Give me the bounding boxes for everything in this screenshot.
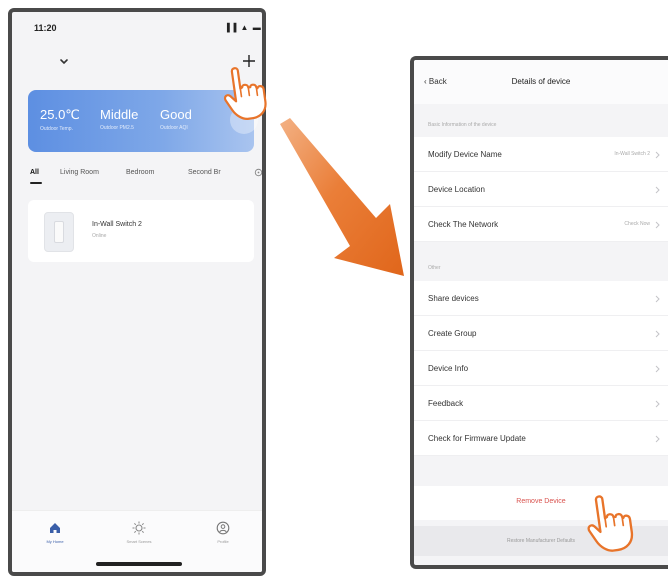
chevron-right-icon [655, 151, 660, 159]
room-menu-icon[interactable] [254, 168, 263, 177]
tab-bedroom[interactable]: Bedroom [126, 169, 154, 176]
home-selector-chevron-icon[interactable] [58, 56, 70, 68]
chevron-right-icon [655, 221, 660, 229]
row-feedback[interactable]: Feedback [414, 386, 668, 421]
chevron-right-icon [655, 365, 660, 373]
tap-hand-icon [587, 495, 634, 552]
tap-hand-icon [223, 67, 267, 120]
chevron-right-icon [655, 186, 660, 194]
weather-pm25: Middle Outdoor PM2.5 [100, 107, 139, 131]
tab-living-room[interactable]: Living Room [60, 169, 99, 176]
tab-smart-scenes[interactable]: Smart Scenes [114, 521, 164, 544]
row-share-devices[interactable]: Share devices [414, 281, 668, 316]
section-header-basic: Basic Information of the device [428, 122, 497, 128]
nav-bar: ‹ Back Details of device [414, 60, 668, 104]
status-bar: 11:20 ▐▐ ▲ ▬ [12, 12, 262, 42]
tab-profile[interactable]: Profile [198, 521, 248, 544]
row-check-network[interactable]: Check The Network Check Now [414, 207, 668, 242]
chevron-right-icon [655, 330, 660, 338]
device-card[interactable]: In-Wall Switch 2 Online [28, 200, 254, 262]
tab-second-bedroom[interactable]: Second Br [188, 169, 221, 176]
active-tab-indicator [30, 182, 42, 184]
row-modify-device-name[interactable]: Modify Device Name In-Wall Switch 2 [414, 137, 668, 172]
device-status: Online [92, 233, 107, 239]
home-indicator [96, 562, 182, 566]
row-device-location[interactable]: Device Location [414, 172, 668, 207]
chevron-right-icon [655, 295, 660, 303]
row-create-group[interactable]: Create Group [414, 316, 668, 351]
weather-aqi: Good Outdoor AQI [160, 107, 192, 131]
page-title: Details of device [511, 77, 571, 86]
profile-icon [216, 521, 230, 535]
weather-temp: 25.0℃ Outdoor Temp. [40, 107, 80, 132]
bottom-tab-bar: My Home Smart Scenes Profile [12, 510, 262, 572]
status-time: 11:20 [34, 23, 57, 33]
tab-my-home[interactable]: My Home [30, 521, 80, 544]
sun-icon [132, 521, 146, 535]
status-icons: ▐▐ ▲ ▬ [224, 23, 262, 32]
tab-all[interactable]: All [30, 169, 39, 176]
room-tabs: All Living Room Bedroom Second Br [28, 168, 263, 185]
chevron-right-icon [655, 400, 660, 408]
device-name: In-Wall Switch 2 [92, 221, 142, 228]
home-icon [50, 523, 60, 533]
row-firmware-update[interactable]: Check for Firmware Update [414, 421, 668, 456]
chevron-right-icon [655, 435, 660, 443]
direction-arrow-icon [280, 118, 404, 276]
row-device-info[interactable]: Device Info [414, 351, 668, 386]
section-header-other: Other [428, 265, 441, 271]
switch-device-icon [44, 212, 74, 252]
